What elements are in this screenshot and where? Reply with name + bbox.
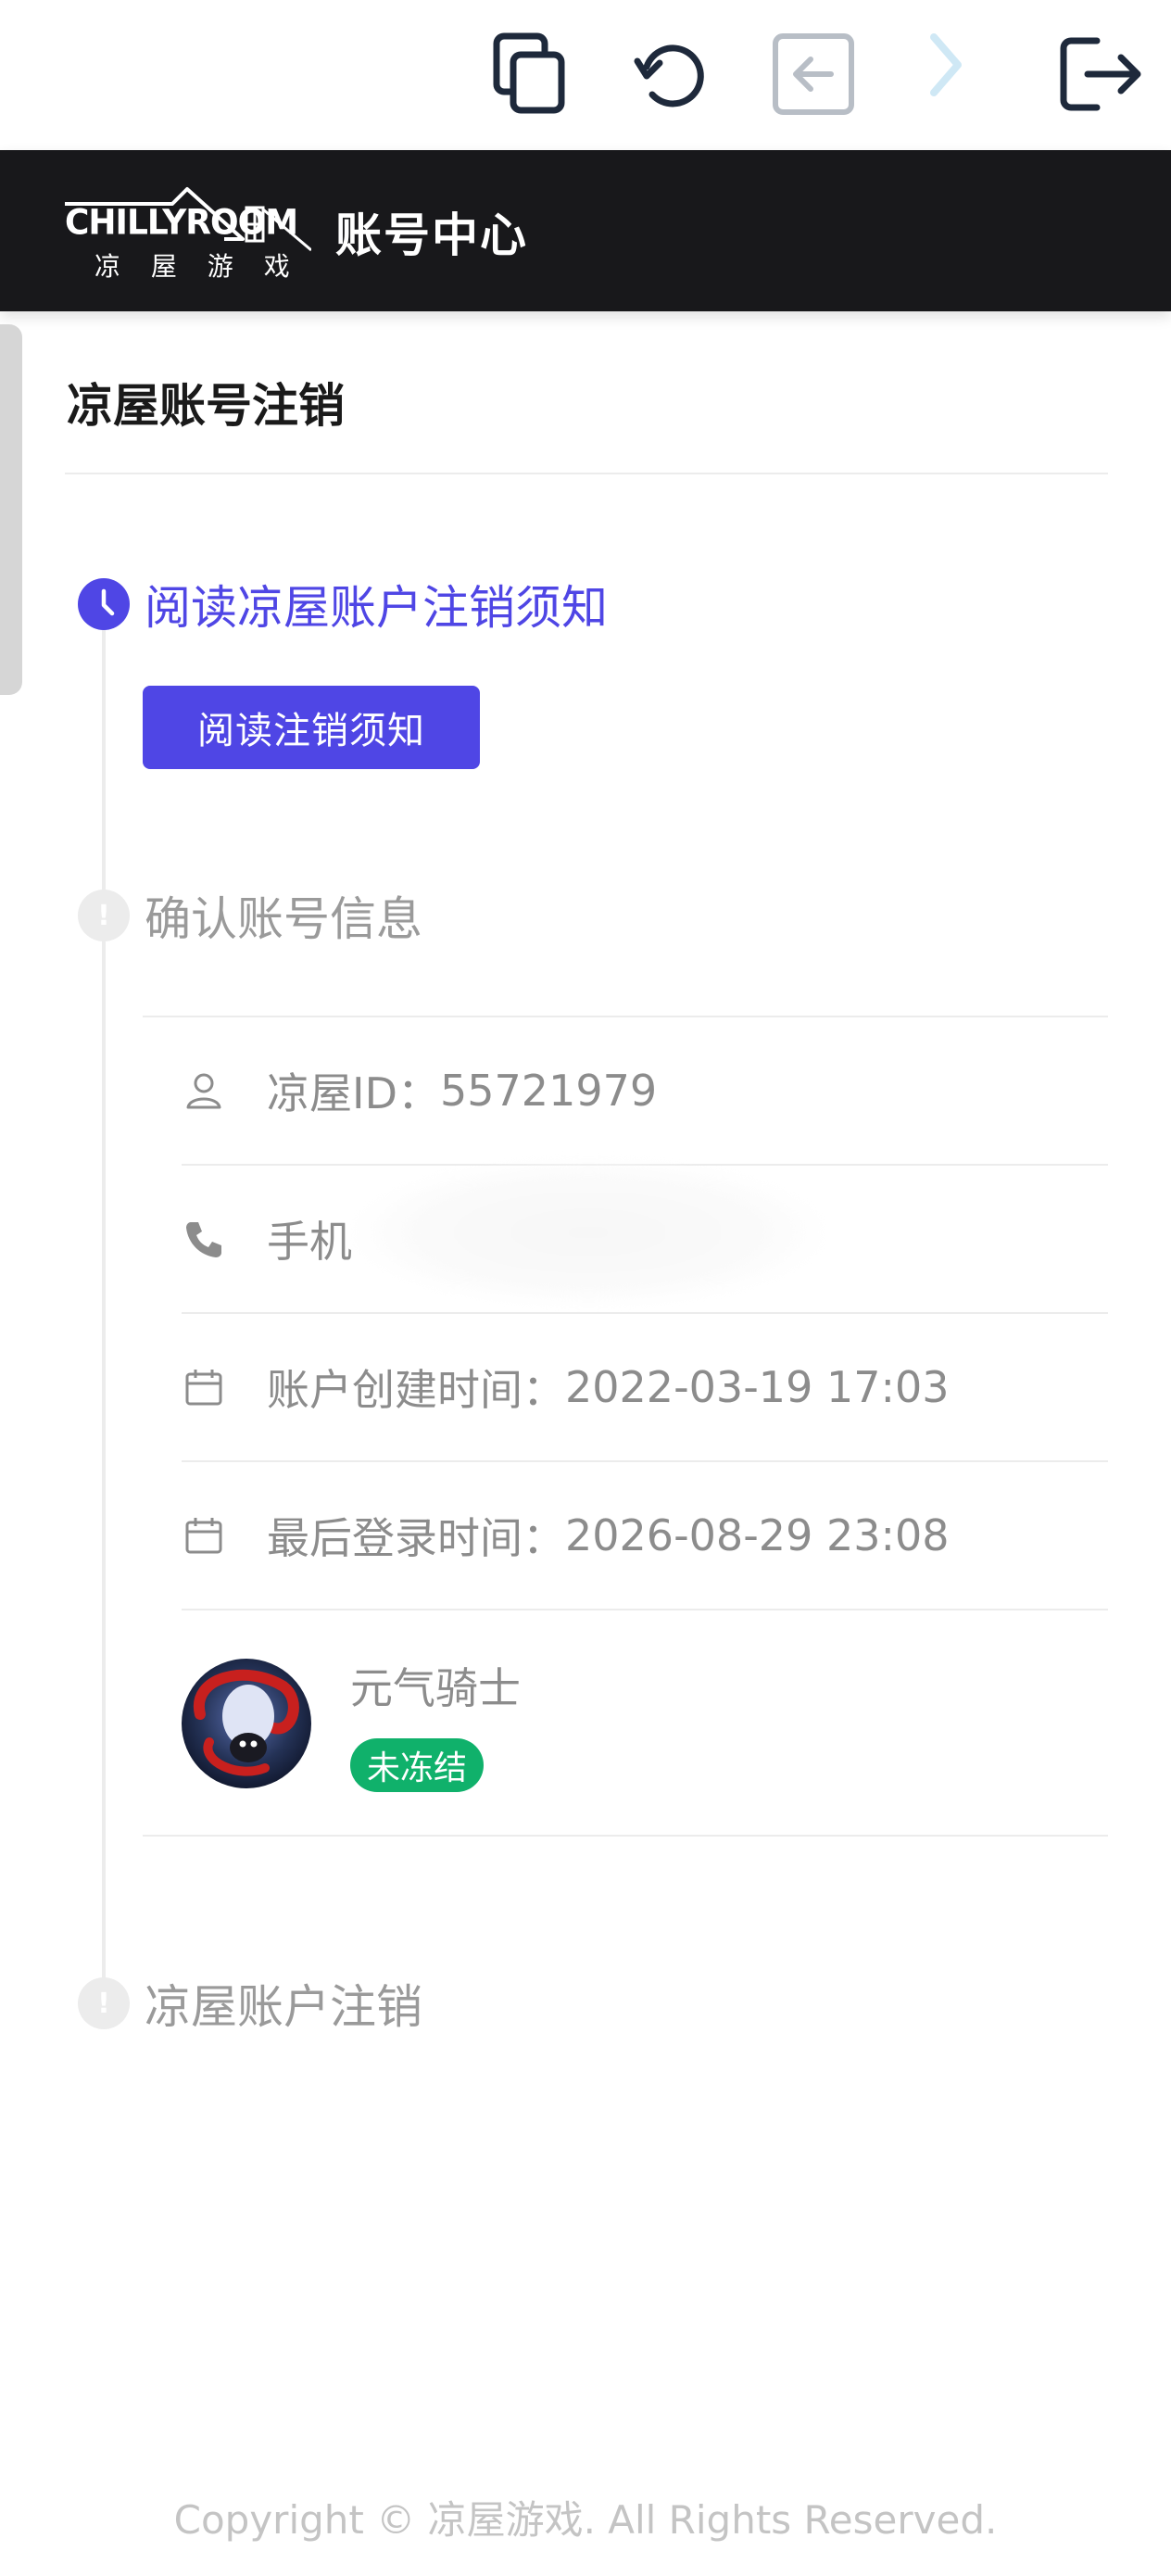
forward-icon[interactable] <box>899 19 991 111</box>
info-row-created: 账户创建时间： 2022-03-19 17:03 <box>182 1314 1108 1462</box>
title-divider <box>65 473 1108 474</box>
read-notice-button[interactable]: 阅读注销须知 <box>143 686 480 769</box>
step-2-title: 确认账号信息 <box>145 892 422 946</box>
exit-icon[interactable] <box>1054 28 1147 120</box>
back-icon[interactable] <box>767 28 860 120</box>
step-3-title: 凉屋账户注销 <box>145 1980 422 2034</box>
step-1-clock-icon <box>78 578 130 630</box>
last-login-value: 2026-08-29 23:08 <box>565 1510 950 1560</box>
game-avatar <box>182 1659 311 1788</box>
logo-text-en: CHILLYROOM <box>65 202 298 244</box>
page-title: 凉屋账号注销 <box>67 379 345 433</box>
game-name: 元气骑士 <box>350 1663 521 1713</box>
copy-icon[interactable] <box>484 28 576 120</box>
game-item: 元气骑士 未冻结 <box>143 1610 1108 1837</box>
side-scroll-handle[interactable] <box>0 324 22 695</box>
info-row-id: 凉屋ID： 55721979 <box>182 1017 1108 1166</box>
browser-toolbar <box>0 0 1171 150</box>
last-login-label: 最后登录时间： <box>267 1513 565 1563</box>
created-value: 2022-03-19 17:03 <box>565 1362 950 1412</box>
refresh-icon[interactable] <box>624 28 717 120</box>
header-title: 账号中心 <box>335 208 528 262</box>
phone-label: 手机 <box>267 1217 352 1267</box>
id-value: 55721979 <box>440 1066 658 1116</box>
calendar-icon <box>182 1365 226 1409</box>
id-label: 凉屋ID： <box>267 1068 440 1118</box>
phone-redaction-blur <box>352 1158 825 1307</box>
app-header: CHILLYROOM 凉 屋 游 戏 账号中心 <box>0 150 1171 311</box>
copyright-text: Copyright © 凉屋游戏. All Rights Reserved. <box>173 2497 998 2543</box>
logo-text-cn: 凉 屋 游 戏 <box>94 251 301 282</box>
created-label: 账户创建时间： <box>267 1365 565 1415</box>
phone-icon <box>182 1217 226 1261</box>
step-3-pending-icon: ! <box>78 1977 130 2029</box>
step-1-title: 阅读凉屋账户注销须知 <box>145 581 608 635</box>
info-row-last-login: 最后登录时间： 2026-08-29 23:08 <box>182 1462 1108 1610</box>
status-badge: 未冻结 <box>350 1738 485 1792</box>
user-icon <box>182 1068 226 1113</box>
chillyroom-logo[interactable]: CHILLYROOM 凉 屋 游 戏 <box>61 183 311 282</box>
calendar-icon <box>182 1513 226 1558</box>
step-2-pending-icon: ! <box>78 890 130 941</box>
steps-timeline-line <box>102 621 106 1983</box>
